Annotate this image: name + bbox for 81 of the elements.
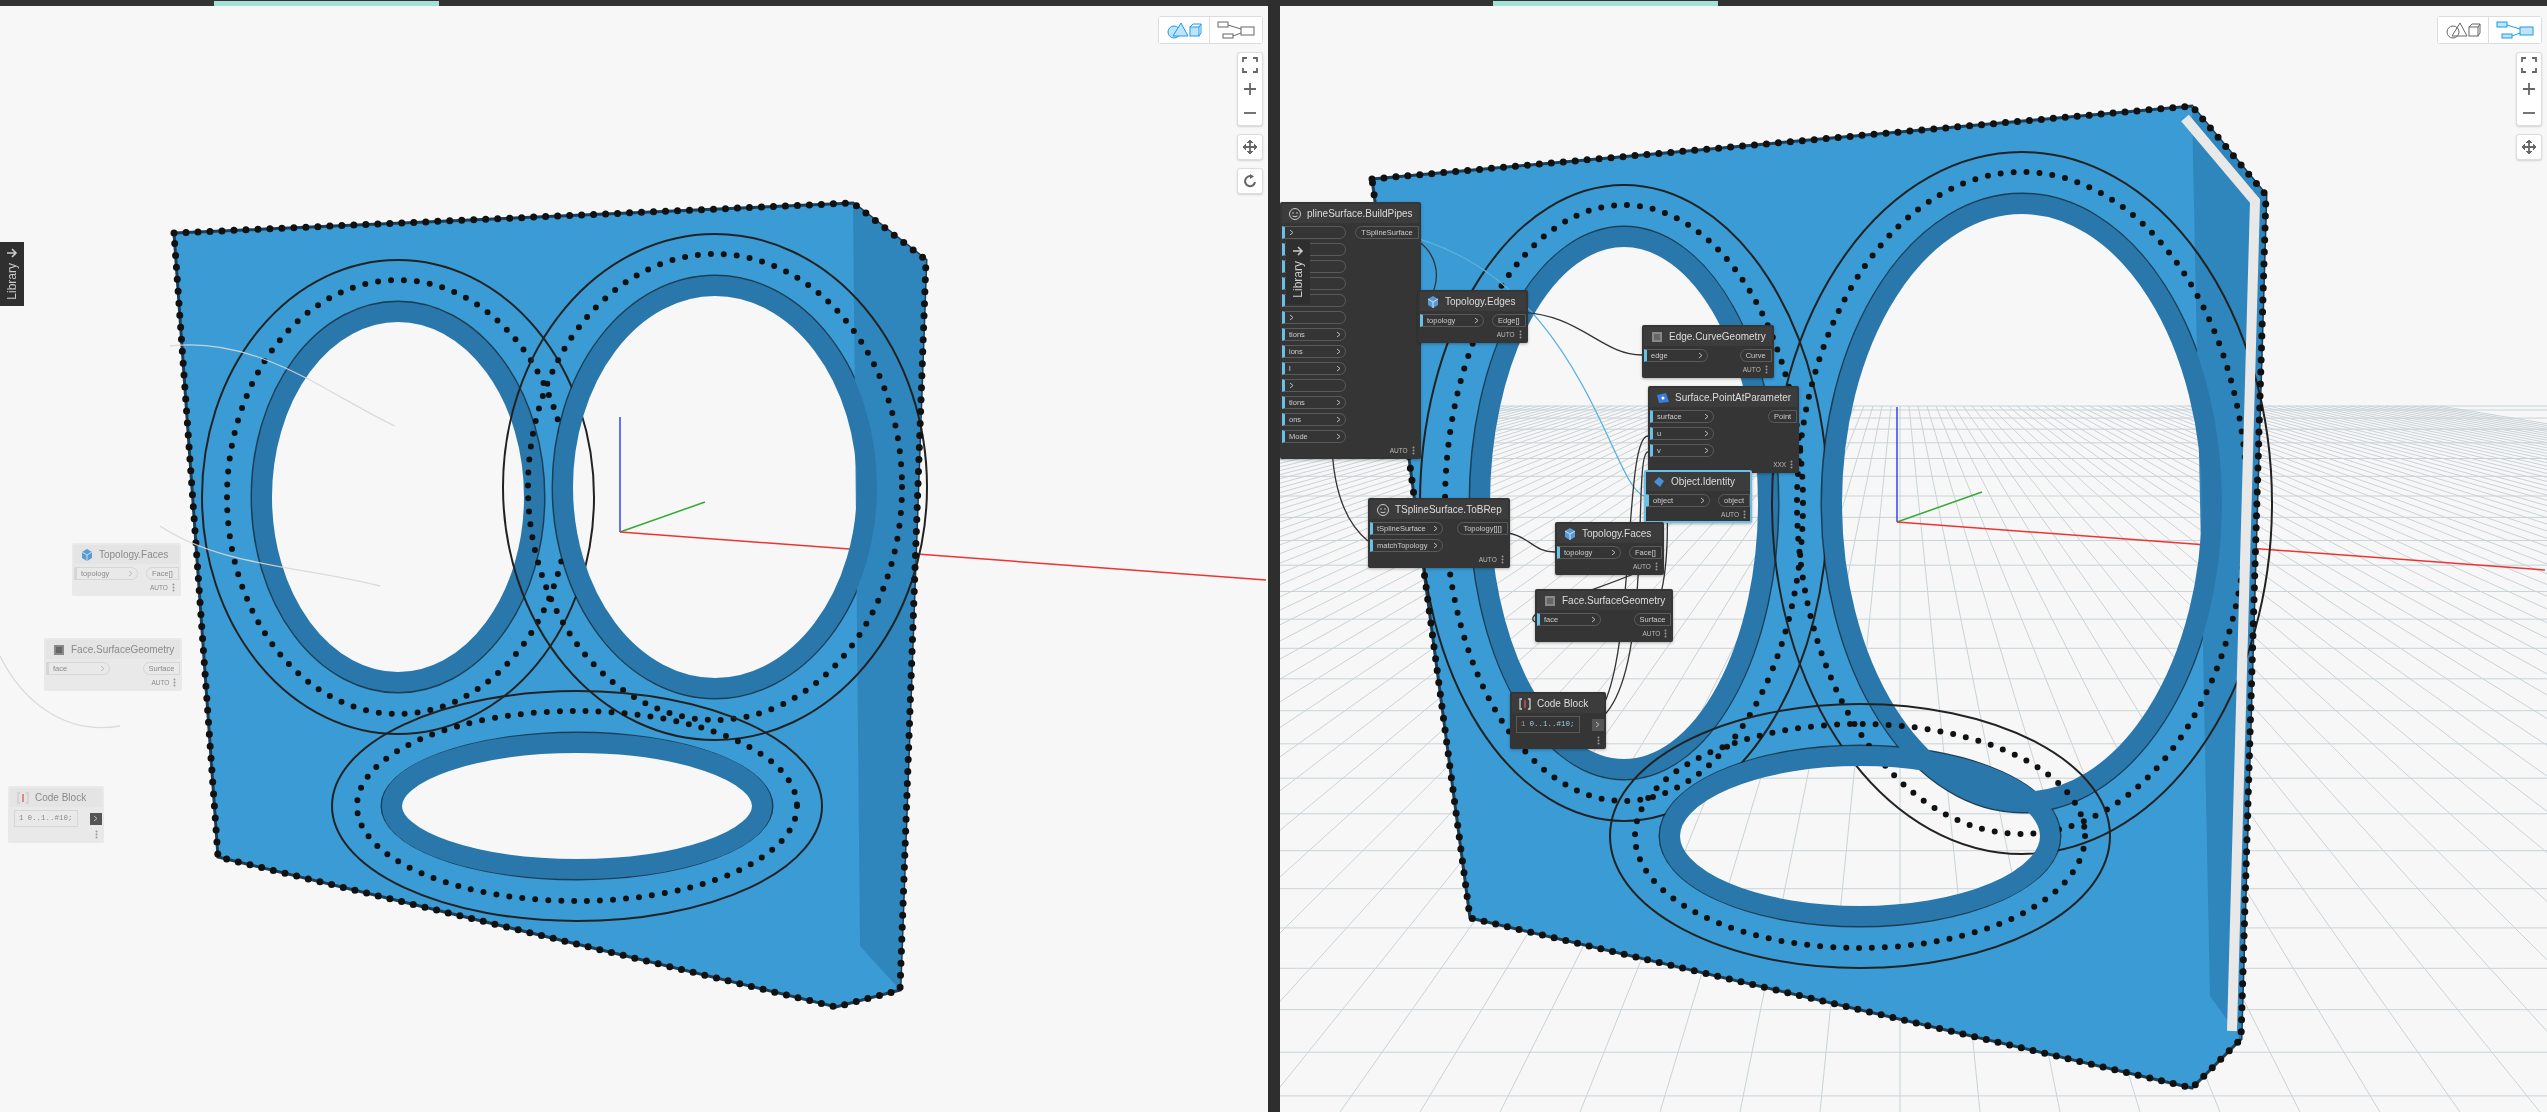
more-icon bbox=[1743, 510, 1746, 519]
chevron-icon bbox=[1698, 352, 1703, 359]
square-icon bbox=[1650, 329, 1664, 344]
node-graph-icon bbox=[2496, 21, 2534, 39]
chevron-icon bbox=[93, 815, 99, 823]
chevron-icon bbox=[1704, 447, 1709, 454]
more-icon bbox=[94, 830, 98, 840]
more-icon bbox=[173, 678, 177, 687]
brackets-icon bbox=[16, 790, 30, 805]
chevron-icon bbox=[1336, 331, 1341, 338]
cube-icon bbox=[1563, 526, 1577, 541]
chevron-icon bbox=[1433, 542, 1439, 549]
node-title: Topology.Faces bbox=[99, 548, 169, 562]
surface-icon bbox=[1656, 390, 1670, 405]
shapes-icon bbox=[2445, 20, 2481, 40]
more-icon bbox=[1411, 446, 1415, 455]
arrow-icon bbox=[1292, 246, 1304, 256]
pan-icon bbox=[2521, 139, 2537, 155]
library-tab[interactable]: Library bbox=[1286, 240, 1310, 304]
node-title: Code Block bbox=[35, 791, 87, 805]
more-icon bbox=[1790, 460, 1794, 469]
node-title: Topology.Edges bbox=[1445, 295, 1516, 309]
more-icon bbox=[1654, 562, 1658, 571]
chevron-icon bbox=[1336, 416, 1341, 423]
node-graph-icon bbox=[1217, 21, 1255, 39]
chevron-icon bbox=[1336, 348, 1341, 355]
node-title: Topology.Faces bbox=[1582, 527, 1652, 541]
chevron-icon bbox=[1336, 399, 1341, 406]
chevron-icon bbox=[1433, 525, 1439, 532]
chevron-icon bbox=[1595, 721, 1601, 729]
orbit-icon bbox=[1243, 174, 1257, 188]
shapes-icon bbox=[1166, 20, 1202, 40]
node-title: Face.SurfaceGeometry bbox=[1562, 594, 1666, 608]
plus-icon bbox=[1243, 82, 1257, 96]
pan-icon bbox=[1242, 139, 1258, 155]
object-icon bbox=[1652, 474, 1666, 489]
square-icon bbox=[1543, 593, 1557, 608]
chevron-icon bbox=[1611, 549, 1616, 556]
fit-icon bbox=[1242, 57, 1258, 73]
node-title: Surface.PointAtParameter bbox=[1675, 391, 1792, 405]
brackets-icon bbox=[1518, 696, 1532, 711]
more-icon bbox=[1596, 736, 1600, 746]
chevron-icon bbox=[1591, 616, 1596, 623]
plus-icon bbox=[2522, 82, 2536, 96]
chevron-icon bbox=[1289, 382, 1294, 389]
circle-icon bbox=[1288, 206, 1302, 221]
chevron-icon bbox=[1289, 314, 1294, 321]
chevron-icon bbox=[128, 570, 133, 577]
chevron-icon bbox=[1700, 497, 1705, 504]
more-icon bbox=[1664, 629, 1668, 638]
more-icon bbox=[1764, 365, 1768, 374]
output-port[interactable] bbox=[89, 812, 102, 825]
node-title: plineSurface.BuildPipes bbox=[1307, 207, 1413, 221]
square-icon bbox=[52, 642, 66, 657]
arrow-icon bbox=[6, 248, 18, 258]
minus-icon bbox=[2523, 112, 2535, 114]
library-label: Library bbox=[4, 263, 20, 300]
cube-icon bbox=[1426, 294, 1440, 309]
chevron-icon bbox=[1336, 365, 1341, 372]
chevron-icon bbox=[1289, 229, 1294, 236]
more-icon bbox=[1518, 330, 1522, 339]
more-icon bbox=[1500, 555, 1504, 564]
chevron-icon bbox=[1474, 317, 1479, 324]
chevron-icon bbox=[1336, 433, 1341, 440]
node-title: Face.SurfaceGeometry bbox=[71, 643, 175, 657]
circle-icon bbox=[1376, 502, 1390, 517]
library-label: Library bbox=[1290, 261, 1306, 298]
node-title: TSplineSurface.ToBRep bbox=[1395, 503, 1502, 517]
cube-icon bbox=[80, 547, 94, 562]
library-tab[interactable]: Library bbox=[0, 242, 24, 306]
chevron-icon bbox=[100, 665, 105, 672]
graph-view-button[interactable] bbox=[1209, 17, 1262, 43]
chevron-icon bbox=[1704, 413, 1709, 420]
node-title: Code Block bbox=[1537, 697, 1589, 711]
minus-icon bbox=[1244, 112, 1256, 114]
output-port[interactable] bbox=[1591, 718, 1604, 731]
node-title: Object.Identity bbox=[1671, 475, 1735, 489]
node-title: Edge.CurveGeometry bbox=[1669, 330, 1766, 344]
fit-icon bbox=[2521, 57, 2537, 73]
chevron-icon bbox=[1704, 430, 1709, 437]
more-icon bbox=[171, 583, 175, 592]
